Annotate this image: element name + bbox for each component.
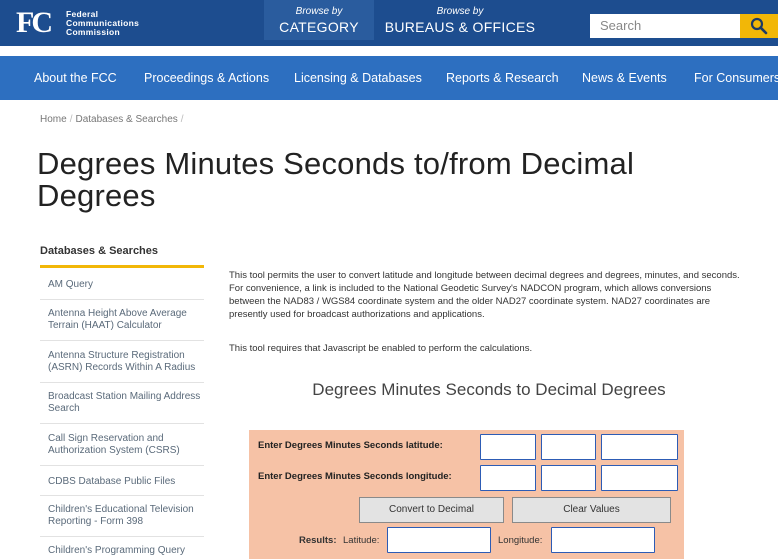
sidebar-divider bbox=[40, 465, 204, 466]
sidebar-item-mailing[interactable]: Broadcast Station Mailing Address Search bbox=[48, 391, 203, 415]
results-label: Results: bbox=[299, 535, 337, 546]
page-title: Degrees Minutes Seconds to/from Decimal … bbox=[37, 146, 635, 213]
site-header: FC Federal Communications Commission Bro… bbox=[0, 0, 778, 46]
fcc-logo-text[interactable]: Federal Communications Commission bbox=[66, 10, 139, 37]
sidebar-item-form-398[interactable]: Children's Educational Television Report… bbox=[48, 504, 203, 528]
nav-proceedings[interactable]: Proceedings & Actions bbox=[144, 56, 269, 100]
sidebar-divider bbox=[40, 536, 204, 537]
result-latitude-label: Latitude: bbox=[343, 535, 380, 546]
sidebar-item-cdbs[interactable]: CDBS Database Public Files bbox=[48, 476, 203, 488]
longitude-dms-label: Enter Degrees Minutes Seconds longitude: bbox=[258, 471, 452, 482]
intro-paragraph: This tool permits the user to convert la… bbox=[229, 270, 740, 320]
longitude-degrees-input[interactable] bbox=[480, 465, 536, 491]
sidebar-divider bbox=[40, 382, 204, 383]
sidebar-divider bbox=[40, 495, 204, 496]
sidebar-item-haat[interactable]: Antenna Height Above Average Terrain (HA… bbox=[48, 308, 203, 332]
latitude-seconds-input[interactable] bbox=[601, 434, 678, 460]
nav-reports[interactable]: Reports & Research bbox=[446, 56, 559, 100]
breadcrumb-databases[interactable]: Databases & Searches bbox=[75, 114, 177, 125]
search-input[interactable]: Search bbox=[590, 14, 740, 38]
latitude-degrees-input[interactable] bbox=[480, 434, 536, 460]
browse-category-button[interactable]: Browse by CATEGORY bbox=[264, 0, 374, 40]
breadcrumb-separator: / bbox=[69, 114, 73, 125]
breadcrumb-separator: / bbox=[180, 114, 184, 125]
result-latitude-field[interactable] bbox=[387, 527, 491, 553]
longitude-seconds-input[interactable] bbox=[601, 465, 678, 491]
sidebar-divider bbox=[40, 299, 204, 300]
sidebar-divider bbox=[40, 340, 204, 341]
result-longitude-field[interactable] bbox=[551, 527, 655, 553]
sidebar-item-am-query[interactable]: AM Query bbox=[48, 279, 203, 291]
search-button[interactable] bbox=[740, 14, 778, 38]
sidebar-heading[interactable]: Databases & Searches bbox=[40, 245, 158, 257]
sidebar-accent-rule bbox=[40, 265, 204, 268]
nav-about-fcc[interactable]: About the FCC bbox=[34, 56, 117, 100]
javascript-note: This tool requires that Javascript be en… bbox=[229, 343, 533, 354]
sidebar-item-childrens-query[interactable]: Children's Programming Query bbox=[48, 545, 203, 557]
logo-line-3: Commission bbox=[66, 27, 121, 37]
browse-category-label: CATEGORY bbox=[279, 19, 359, 35]
browse-bureaus-button[interactable]: Browse by BUREAUS & OFFICES bbox=[380, 6, 540, 36]
latitude-minutes-input[interactable] bbox=[541, 434, 596, 460]
clear-values-button[interactable]: Clear Values bbox=[512, 497, 671, 523]
breadcrumb: Home / Databases & Searches / bbox=[40, 114, 187, 125]
nav-licensing[interactable]: Licensing & Databases bbox=[294, 56, 422, 100]
browse-category-by: Browse by bbox=[295, 6, 343, 17]
main-nav: About the FCC Proceedings & Actions Lice… bbox=[0, 56, 778, 100]
sidebar-divider bbox=[40, 423, 204, 424]
sidebar-item-asrn[interactable]: Antenna Structure Registration (ASRN) Re… bbox=[48, 350, 203, 374]
fcc-logo-mark[interactable]: FC bbox=[16, 8, 53, 38]
magnifier-icon bbox=[750, 17, 768, 35]
convert-to-decimal-button[interactable]: Convert to Decimal bbox=[359, 497, 504, 523]
browse-bureaus-by: Browse by bbox=[436, 6, 484, 17]
section-title: Degrees Minutes Seconds to Decimal Degre… bbox=[312, 380, 666, 399]
latitude-dms-label: Enter Degrees Minutes Seconds latitude: bbox=[258, 440, 443, 451]
nav-for-consumers[interactable]: For Consumers bbox=[694, 56, 778, 100]
result-longitude-label: Longitude: bbox=[498, 535, 543, 546]
dms-converter-form: Enter Degrees Minutes Seconds latitude: … bbox=[249, 430, 684, 559]
nav-news-events[interactable]: News & Events bbox=[582, 56, 667, 100]
breadcrumb-home[interactable]: Home bbox=[40, 114, 67, 125]
longitude-minutes-input[interactable] bbox=[541, 465, 596, 491]
browse-bureaus-label: BUREAUS & OFFICES bbox=[384, 19, 536, 35]
sidebar-item-csrs[interactable]: Call Sign Reservation and Authorization … bbox=[48, 433, 203, 457]
